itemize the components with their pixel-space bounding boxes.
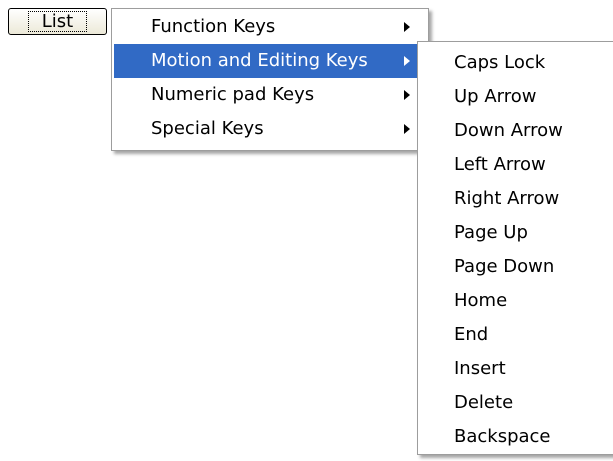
submenu-item-label: Home — [454, 290, 508, 311]
submenu-item-up-arrow[interactable]: Up Arrow — [418, 80, 613, 114]
submenu-item-page-up[interactable]: Page Up — [418, 216, 613, 250]
list-button[interactable]: List — [8, 8, 107, 35]
sub-menu: Caps Lock Up Arrow Down Arrow Left Arrow… — [417, 41, 613, 455]
menu-item-function-keys[interactable]: Function Keys — [114, 10, 426, 44]
submenu-item-label: Right Arrow — [454, 188, 560, 209]
list-button-label: List — [27, 11, 88, 32]
submenu-item-caps-lock[interactable]: Caps Lock — [418, 46, 613, 80]
submenu-item-label: Page Down — [454, 256, 555, 277]
submenu-arrow-icon — [404, 90, 410, 100]
submenu-arrow-icon — [404, 124, 410, 134]
submenu-item-right-arrow[interactable]: Right Arrow — [418, 182, 613, 216]
menu-item-label: Function Keys — [151, 16, 276, 37]
submenu-item-backspace[interactable]: Backspace — [418, 420, 613, 454]
submenu-item-label: Insert — [454, 358, 506, 379]
submenu-arrow-icon — [404, 22, 410, 32]
submenu-item-down-arrow[interactable]: Down Arrow — [418, 114, 613, 148]
submenu-item-label: Down Arrow — [454, 120, 563, 141]
submenu-item-label: Up Arrow — [454, 86, 537, 107]
submenu-item-end[interactable]: End — [418, 318, 613, 352]
menu-item-label: Motion and Editing Keys — [151, 50, 368, 71]
submenu-item-home[interactable]: Home — [418, 284, 613, 318]
menu-item-numeric-pad-keys[interactable]: Numeric pad Keys — [114, 78, 426, 112]
submenu-item-label: Left Arrow — [454, 154, 546, 175]
submenu-item-label: Caps Lock — [454, 52, 546, 73]
submenu-item-delete[interactable]: Delete — [418, 386, 613, 420]
menu-item-special-keys[interactable]: Special Keys — [114, 112, 426, 146]
submenu-item-label: Backspace — [454, 426, 551, 447]
submenu-item-insert[interactable]: Insert — [418, 352, 613, 386]
menu-item-motion-and-editing-keys[interactable]: Motion and Editing Keys — [114, 44, 426, 78]
submenu-item-left-arrow[interactable]: Left Arrow — [418, 148, 613, 182]
submenu-item-label: Delete — [454, 392, 514, 413]
submenu-item-label: End — [454, 324, 489, 345]
submenu-item-page-down[interactable]: Page Down — [418, 250, 613, 284]
menu-item-label: Numeric pad Keys — [151, 84, 315, 105]
menu-item-label: Special Keys — [151, 118, 264, 139]
submenu-item-label: Page Up — [454, 222, 528, 243]
main-menu: Function Keys Motion and Editing Keys Nu… — [111, 8, 429, 151]
submenu-arrow-icon — [404, 56, 410, 66]
